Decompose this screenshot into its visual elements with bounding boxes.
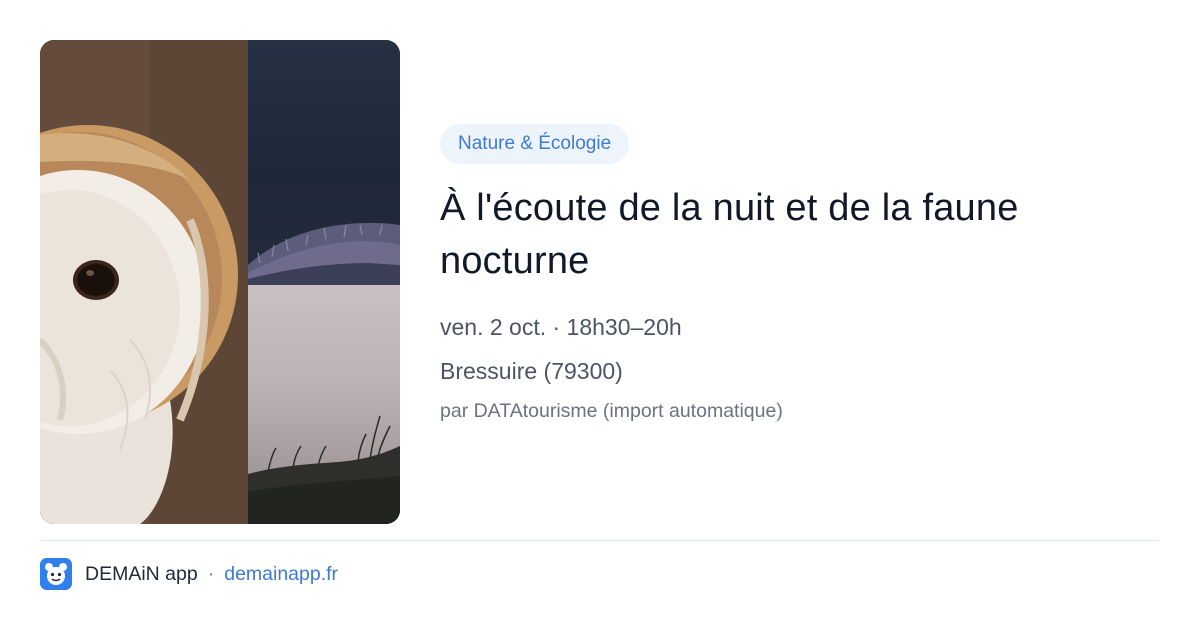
footer-divider (40, 540, 1160, 541)
event-source: par DATAtourisme (import automatique) (440, 400, 783, 422)
barn-owl-photo (40, 40, 248, 524)
footer: DEMAiN app · demainapp.fr (40, 558, 338, 590)
event-location: Bressuire (79300) (440, 358, 623, 384)
category-badge[interactable]: Nature & Écologie (440, 124, 630, 164)
demain-app-icon (40, 558, 72, 590)
app-name: DEMAiN app (85, 562, 198, 585)
dusk-grass-photo (248, 285, 400, 524)
app-website-link[interactable]: demainapp.fr (224, 563, 338, 586)
event-details: Nature & Écologie À l'écoute de la nuit … (440, 124, 1160, 424)
event-title[interactable]: À l'écoute de la nuit et de la faune noc… (440, 182, 1160, 288)
event-image-collage (40, 40, 400, 524)
event-date-time: ven. 2 oct. · 18h30–20h (440, 314, 682, 340)
night-meadow-photo (248, 40, 400, 285)
footer-separator: · (207, 562, 215, 585)
